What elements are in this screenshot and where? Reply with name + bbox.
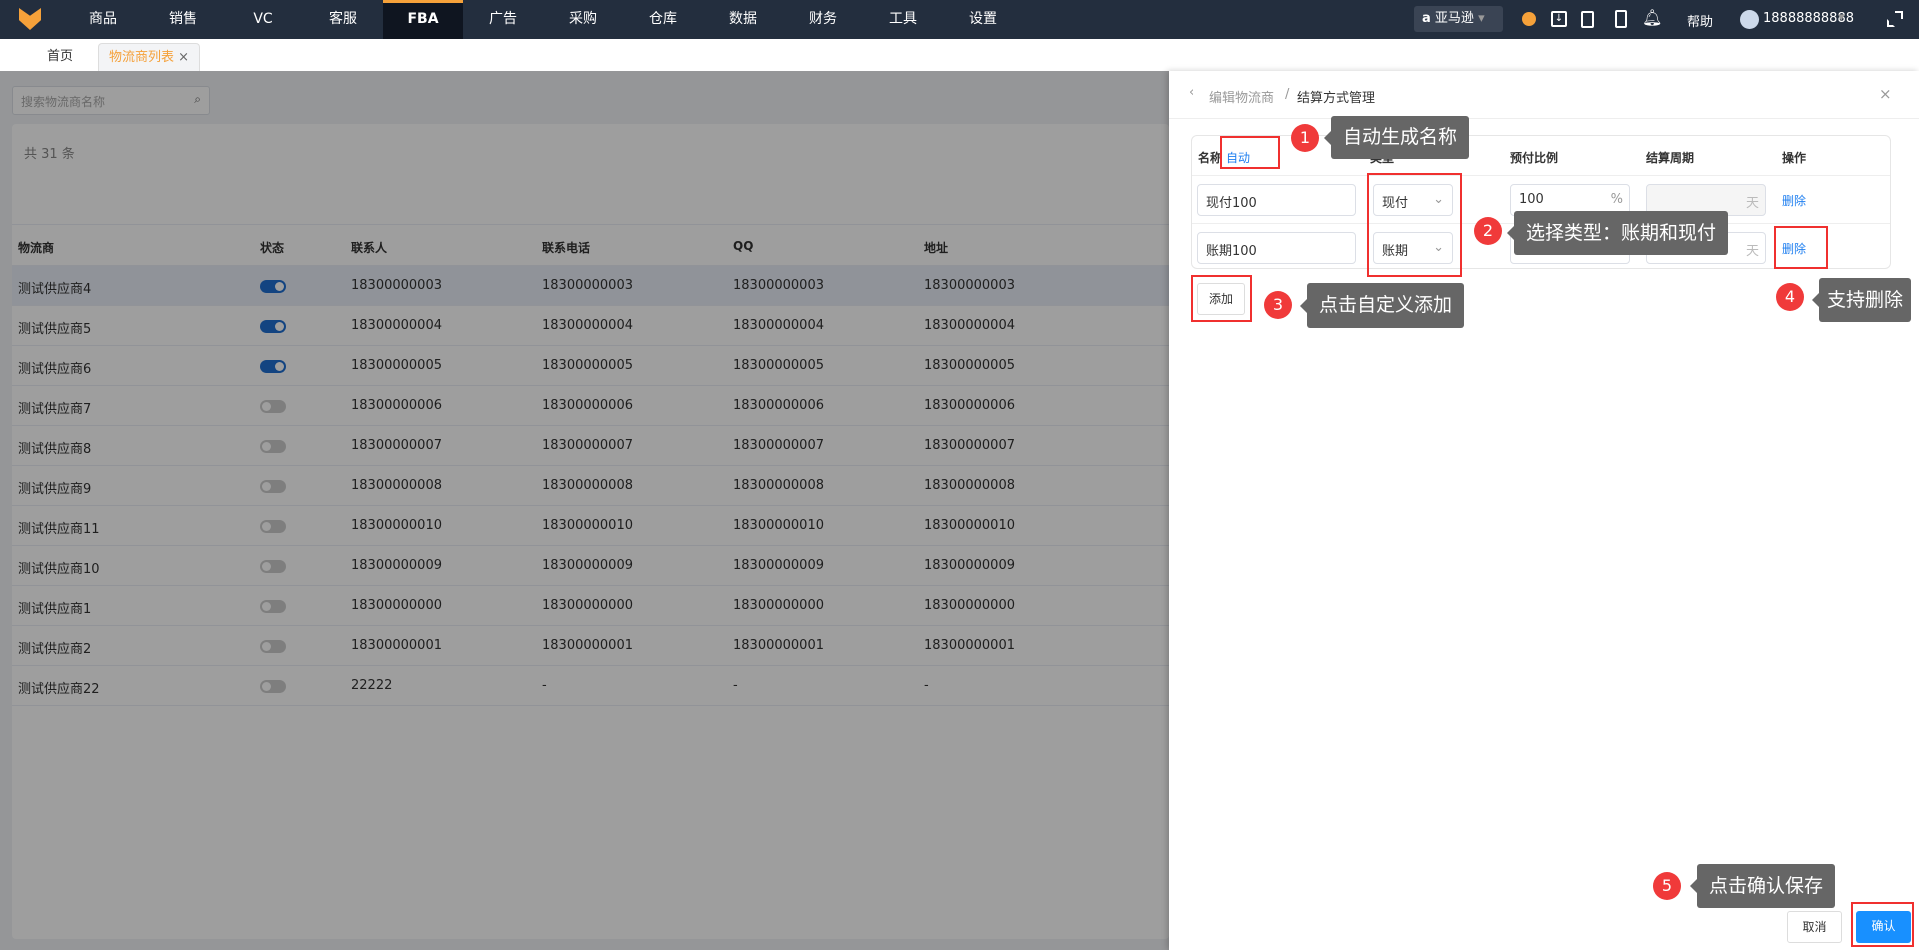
col-period: 结算周期	[1646, 151, 1695, 165]
annotation-tooltip: 点击确认保存	[1689, 864, 1836, 908]
highlight-auto	[1220, 136, 1280, 169]
delete-link[interactable]: 删除	[1782, 192, 1806, 209]
marketplace-select[interactable]: a 亚马逊 ▾	[1414, 6, 1503, 32]
name-input[interactable]: 现付100	[1197, 184, 1356, 216]
settlement-panel: ‹ 编辑物流商 / 结算方式管理 × 名称 自动 类型 预付比例 结算周期 操作…	[1169, 71, 1919, 950]
day-suffix: 天	[1745, 196, 1759, 211]
bell-icon[interactable]: 🔔︎	[1642, 8, 1662, 27]
annotation-tooltip: 支持删除	[1811, 278, 1912, 322]
task-icon[interactable]	[1581, 11, 1594, 28]
cancel-button[interactable]: 取消	[1787, 911, 1842, 943]
percent-suffix: %	[1610, 192, 1623, 207]
highlight-confirm	[1851, 902, 1914, 947]
caret-down-icon: ▾	[1478, 11, 1485, 26]
breadcrumb-parent[interactable]: 编辑物流商	[1209, 87, 1274, 106]
name-input[interactable]: 账期100	[1197, 232, 1356, 264]
step-badge: 4	[1776, 283, 1804, 311]
nav-item[interactable]: 工具	[863, 0, 943, 39]
nav-item[interactable]: 财务	[783, 0, 863, 39]
caret-down-icon[interactable]: ▾	[1838, 10, 1845, 25]
tab-bar: 首页 物流商列表 ×	[0, 39, 1919, 71]
amazon-icon: a	[1422, 11, 1431, 26]
highlight-delete	[1774, 226, 1828, 269]
highlight-add	[1191, 275, 1252, 322]
col-ops: 操作	[1782, 151, 1807, 165]
close-icon[interactable]: ×	[178, 50, 189, 65]
day-suffix: 天	[1745, 244, 1759, 259]
nav-item[interactable]: 仓库	[623, 0, 703, 39]
highlight-type	[1367, 173, 1462, 277]
step-badge: 2	[1474, 217, 1502, 245]
nav-item[interactable]: 数据	[703, 0, 783, 39]
annotation-tooltip: 选择类型：账期和现付	[1506, 211, 1729, 255]
nav-item[interactable]: 设置	[943, 0, 1023, 39]
tab-home[interactable]: 首页	[37, 43, 83, 71]
nav-item[interactable]: FBA	[383, 0, 463, 39]
logo-icon[interactable]	[19, 8, 41, 30]
ratio-value: 100	[1519, 192, 1544, 207]
download-icon[interactable]: ↓	[1551, 11, 1567, 27]
step-badge: 1	[1291, 124, 1319, 152]
col-ratio: 预付比例	[1510, 151, 1559, 165]
back-icon[interactable]: ‹	[1189, 85, 1194, 100]
breadcrumb-sep: /	[1285, 87, 1290, 102]
page-title: 结算方式管理	[1297, 91, 1376, 106]
col-name: 名称	[1198, 151, 1223, 165]
tab-label: 物流商列表	[109, 50, 175, 65]
step-badge: 5	[1653, 872, 1681, 900]
fullscreen-icon[interactable]	[1887, 11, 1903, 27]
annotation-tooltip: 点击自定义添加	[1299, 283, 1465, 328]
mobile-icon[interactable]	[1615, 10, 1627, 28]
close-icon[interactable]: ×	[1879, 85, 1892, 103]
step-badge: 3	[1264, 291, 1292, 319]
nav-item[interactable]: 客服	[303, 0, 383, 39]
nav-item[interactable]: 销售	[143, 0, 223, 39]
nav-item[interactable]: 广告	[463, 0, 543, 39]
annotation-tooltip: 自动生成名称	[1323, 116, 1470, 159]
nav-item[interactable]: 商品	[63, 0, 143, 39]
tab-logistics-list[interactable]: 物流商列表 ×	[98, 43, 201, 71]
top-nav: 商品 销售 VC 客服 FBA 广告 采购 仓库 数据 财务 工具 设置 a 亚马逊 ▾ ↓ 🔔︎ 帮…	[0, 0, 1919, 39]
marketplace-label: 亚马逊	[1434, 11, 1474, 26]
service-icon[interactable]	[1522, 12, 1536, 26]
nav-item[interactable]: 采购	[543, 0, 623, 39]
panel-header: ‹ 编辑物流商 / 结算方式管理 ×	[1169, 71, 1919, 119]
help-link[interactable]: 帮助	[1687, 11, 1713, 30]
modal-mask[interactable]	[0, 71, 1169, 950]
avatar[interactable]	[1740, 10, 1759, 29]
nav-item[interactable]: VC	[223, 0, 303, 39]
